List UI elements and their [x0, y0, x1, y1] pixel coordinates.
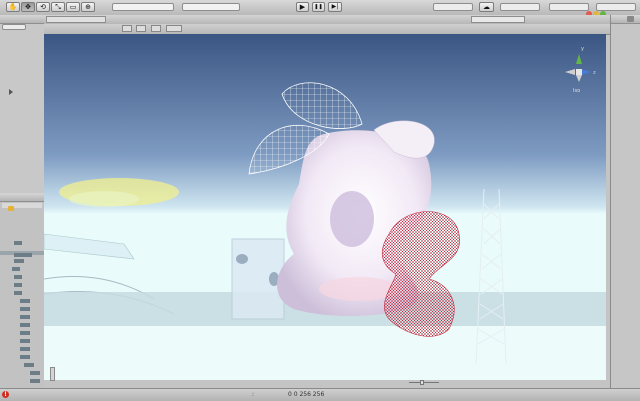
- play-icon: ▶: [299, 2, 306, 11]
- status-separator: :: [252, 391, 255, 398]
- status-coordinates: 0 0 256 256: [288, 391, 325, 398]
- pivot-mode-dropdown[interactable]: [112, 3, 174, 11]
- folder-icon[interactable]: [12, 267, 20, 271]
- move-icon: ✥: [25, 2, 31, 11]
- status-bar: ! : 0 0 256 256: [0, 388, 640, 401]
- layout-dropdown[interactable]: [596, 3, 636, 11]
- sculpture-cavity: [330, 191, 374, 247]
- folder-icon[interactable]: [14, 291, 22, 295]
- foliage-object: [69, 191, 139, 207]
- folder-icon[interactable]: [20, 315, 30, 319]
- cloud-button[interactable]: ☁: [479, 2, 494, 12]
- step-button[interactable]: ▶|: [328, 2, 342, 12]
- main-toolbar: ✋ ✥ ⟲ ⤡ ▭ ⊕ ▶ ❚❚ ▶| ☁: [0, 0, 640, 17]
- pause-button[interactable]: ❚❚: [312, 2, 325, 12]
- folder-icon[interactable]: [20, 331, 30, 335]
- hand-tool-button[interactable]: ✋: [6, 2, 20, 12]
- folder-icon[interactable]: [20, 299, 30, 303]
- scene-tab-aux[interactable]: [471, 16, 525, 23]
- rotate-tool-button[interactable]: ⟲: [36, 2, 50, 12]
- error-icon[interactable]: !: [2, 391, 9, 398]
- shading-mode-button[interactable]: [122, 25, 132, 32]
- inspector-tab[interactable]: [611, 15, 640, 24]
- audio-toggle-button[interactable]: [151, 25, 161, 32]
- rotate-icon: ⟲: [40, 2, 46, 11]
- hierarchy-search-input[interactable]: [2, 24, 26, 30]
- folder-icon[interactable]: [14, 283, 22, 287]
- zoom-slider-handle[interactable]: [420, 380, 424, 385]
- step-icon: ▶|: [331, 3, 339, 10]
- folder-icon[interactable]: [14, 241, 22, 245]
- folder-icon[interactable]: [20, 355, 30, 359]
- rect-icon: ▭: [69, 2, 77, 11]
- glass-cube-detail: [236, 254, 248, 264]
- scale-tool-button[interactable]: ⤡: [51, 2, 65, 12]
- project-panel: [0, 193, 45, 388]
- gizmo-z-label: z: [593, 70, 596, 76]
- folder-icon[interactable]: [30, 371, 40, 375]
- folder-icon[interactable]: [14, 253, 32, 257]
- folder-icon[interactable]: [24, 363, 34, 367]
- effects-toggle-button[interactable]: [166, 25, 182, 32]
- pivot-rotation-dropdown[interactable]: [182, 3, 240, 11]
- folder-icon[interactable]: [20, 323, 30, 327]
- hierarchy-panel: [0, 15, 45, 193]
- cloud-icon: ☁: [483, 2, 490, 11]
- scene-viewport[interactable]: y z Iso: [44, 34, 606, 380]
- scale-icon: ⤡: [55, 2, 61, 11]
- folder-icon[interactable]: [14, 275, 22, 279]
- inspector-panel: [610, 15, 640, 388]
- play-button[interactable]: ▶: [296, 2, 309, 12]
- folder-icon[interactable]: [30, 379, 40, 383]
- hierarchy-expand-arrow-icon[interactable]: [9, 89, 13, 95]
- ground-plane: [44, 326, 606, 380]
- transform-tool-button[interactable]: ⊕: [81, 2, 95, 12]
- scene-view: y z Iso: [44, 15, 610, 388]
- layers-dropdown[interactable]: [549, 3, 589, 11]
- account-dropdown[interactable]: [500, 3, 540, 11]
- transform-icon: ⊕: [85, 2, 91, 11]
- pause-icon: ❚❚: [314, 3, 323, 10]
- gizmo-y-label: y: [581, 46, 584, 52]
- gizmo-center-icon[interactable]: [576, 69, 582, 75]
- projection-label[interactable]: Iso: [573, 88, 580, 94]
- project-tab[interactable]: [0, 193, 44, 202]
- favorites-folder-icon[interactable]: [8, 206, 14, 211]
- hand-icon: ✋: [8, 2, 18, 11]
- zoom-slider-track[interactable]: [409, 382, 439, 383]
- rect-tool-button[interactable]: ▭: [66, 2, 80, 12]
- error-glyph: !: [4, 391, 7, 398]
- hierarchy-tab[interactable]: [0, 15, 44, 24]
- lighting-toggle-button[interactable]: [136, 25, 146, 32]
- folder-icon[interactable]: [20, 347, 30, 351]
- folder-icon[interactable]: [20, 339, 30, 343]
- scene-tab[interactable]: [46, 16, 106, 23]
- folder-icon[interactable]: [14, 259, 24, 263]
- lock-icon[interactable]: [627, 16, 634, 22]
- collab-dropdown[interactable]: [433, 3, 473, 11]
- folder-icon[interactable]: [20, 307, 30, 311]
- move-tool-button[interactable]: ✥: [21, 2, 35, 12]
- project-scrollbar[interactable]: [50, 367, 55, 381]
